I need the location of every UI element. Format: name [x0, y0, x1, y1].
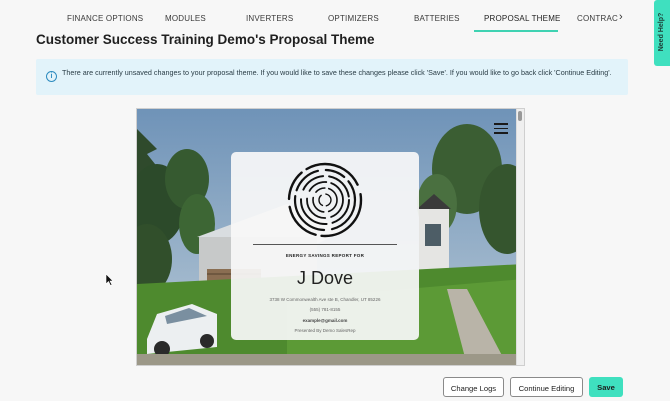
presented-by: Presented By Demo SalesRep [294, 328, 356, 333]
tab-modules[interactable]: MODULES [165, 14, 206, 23]
change-logs-button[interactable]: Change Logs [443, 377, 504, 397]
customer-email: example@gmail.com [302, 318, 348, 323]
need-help-tab[interactable]: Need Help? [654, 0, 670, 66]
tab-contracts[interactable]: CONTRAC [577, 14, 618, 23]
proposal-cover-card: ENERGY SAVINGS REPORT FOR J Dove 3738 W … [231, 152, 419, 340]
proposal-preview[interactable]: ENERGY SAVINGS REPORT FOR J Dove 3738 W … [136, 108, 525, 366]
page-title: Customer Success Training Demo's Proposa… [36, 32, 375, 47]
customer-address: 3738 W Commonwealth Ave ste B, Chandler,… [269, 297, 381, 302]
unsaved-changes-notice: i There are currently unsaved changes to… [36, 59, 628, 95]
customer-name: J Dove [296, 268, 354, 288]
save-button[interactable]: Save [589, 377, 623, 397]
notice-text: There are currently unsaved changes to y… [62, 68, 612, 77]
tab-proposal-theme[interactable]: PROPOSAL THEME [484, 14, 561, 23]
scroll-thumb[interactable] [518, 111, 522, 121]
chevron-right-icon[interactable]: › [619, 11, 623, 23]
report-tagline: ENERGY SAVINGS REPORT FOR [285, 253, 365, 258]
preview-scrollbar[interactable] [516, 109, 524, 365]
card-divider [253, 244, 397, 245]
company-logo [287, 162, 363, 238]
tab-batteries[interactable]: BATTERIES [414, 14, 460, 23]
tab-inverters[interactable]: INVERTERS [246, 14, 293, 23]
active-tab-indicator [474, 30, 558, 32]
mouse-cursor-icon [105, 273, 114, 286]
tab-finance-options[interactable]: FINANCE OPTIONS [67, 14, 143, 23]
tab-optimizers[interactable]: OPTIMIZERS [328, 14, 379, 23]
need-help-label: Need Help? [658, 12, 665, 52]
continue-editing-button[interactable]: Continue Editing [510, 377, 583, 397]
tab-bar: FINANCE OPTIONS MODULES INVERTERS OPTIMI… [0, 0, 640, 34]
customer-phone: (555) 781-8155 [309, 307, 341, 312]
info-icon: i [46, 71, 57, 82]
menu-icon[interactable] [494, 123, 508, 134]
